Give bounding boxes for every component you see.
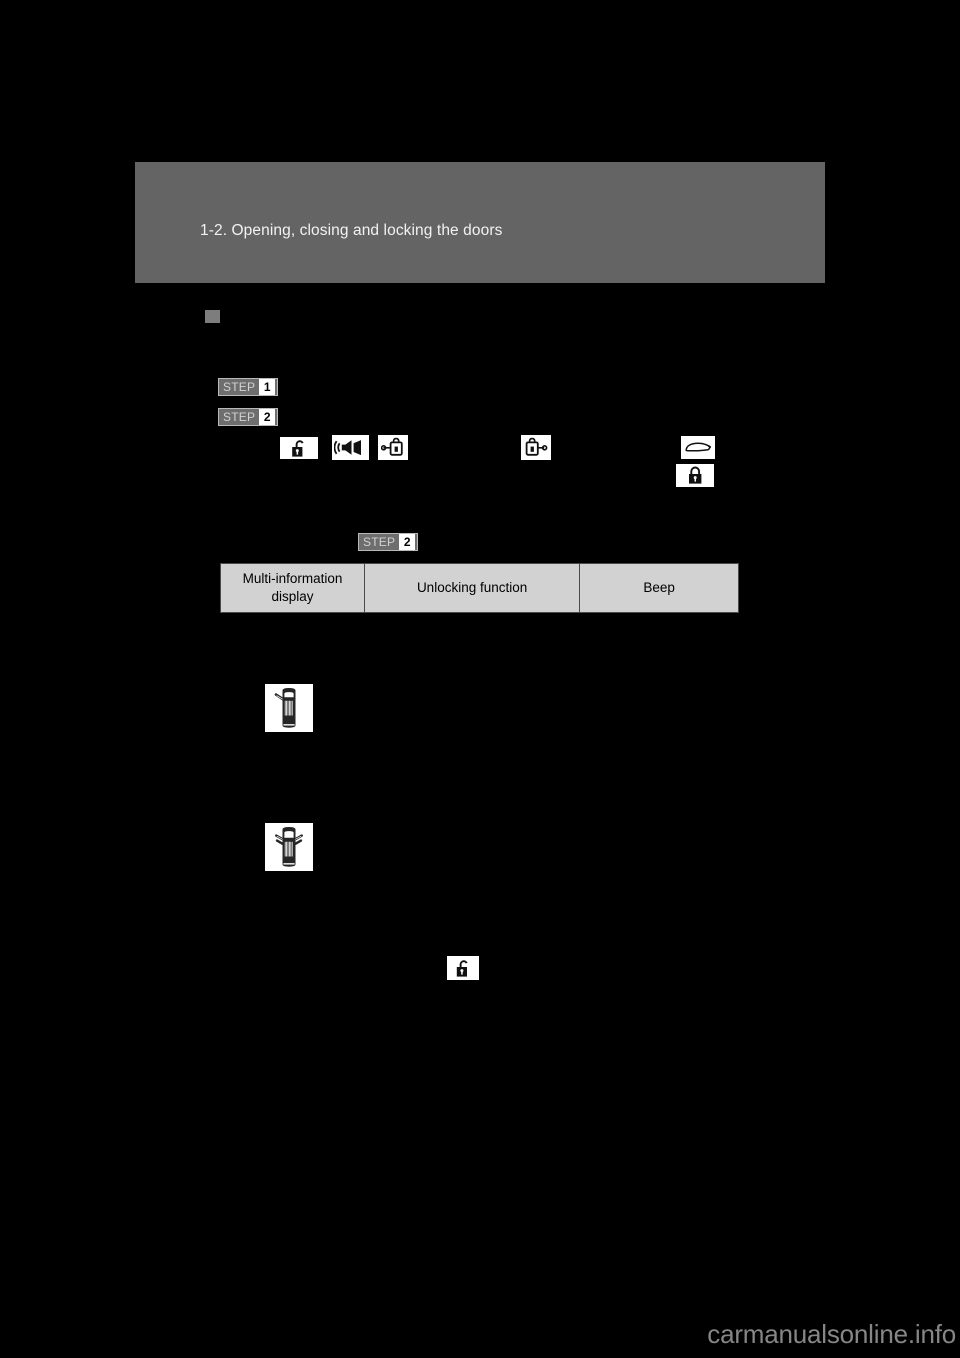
table-header-row: Multi-information display Unlocking func… [220,563,739,613]
table-header-cell-unlocking-function: Unlocking function [363,563,581,613]
lock-with-key-icon [378,435,408,460]
step-badge-2: STEP 2 [218,408,279,426]
car-top-view-driver-door-figure [265,684,313,732]
step-label: STEP [223,410,256,424]
key-unlock-icon [521,435,551,460]
padlock-open-icon [280,437,318,459]
unlock-settings-table: Multi-information display Unlocking func… [220,563,739,613]
car-top-view-all-doors-figure [265,823,313,871]
step-label: STEP [223,380,256,394]
speaker-sound-icon [332,435,369,460]
section-bullet-marker [205,310,220,323]
step-number: 2 [259,409,276,425]
page-title: 1-2. Opening, closing and locking the do… [200,222,503,239]
step-number: 1 [259,379,276,395]
padlock-closed-icon [676,464,714,487]
table-header-cell-beep: Beep [579,563,739,613]
car-side-outline-icon [681,436,715,459]
step-badge-inline-2: STEP 2 [358,533,419,551]
table-header-cell-multi-information-display: Multi-information display [220,563,365,613]
site-watermark: carmanualsonline.info [707,1319,956,1349]
step-number: 2 [399,534,416,550]
step-label: STEP [363,535,396,549]
step-badge-1: STEP 1 [218,378,279,396]
padlock-open-icon [447,956,479,980]
